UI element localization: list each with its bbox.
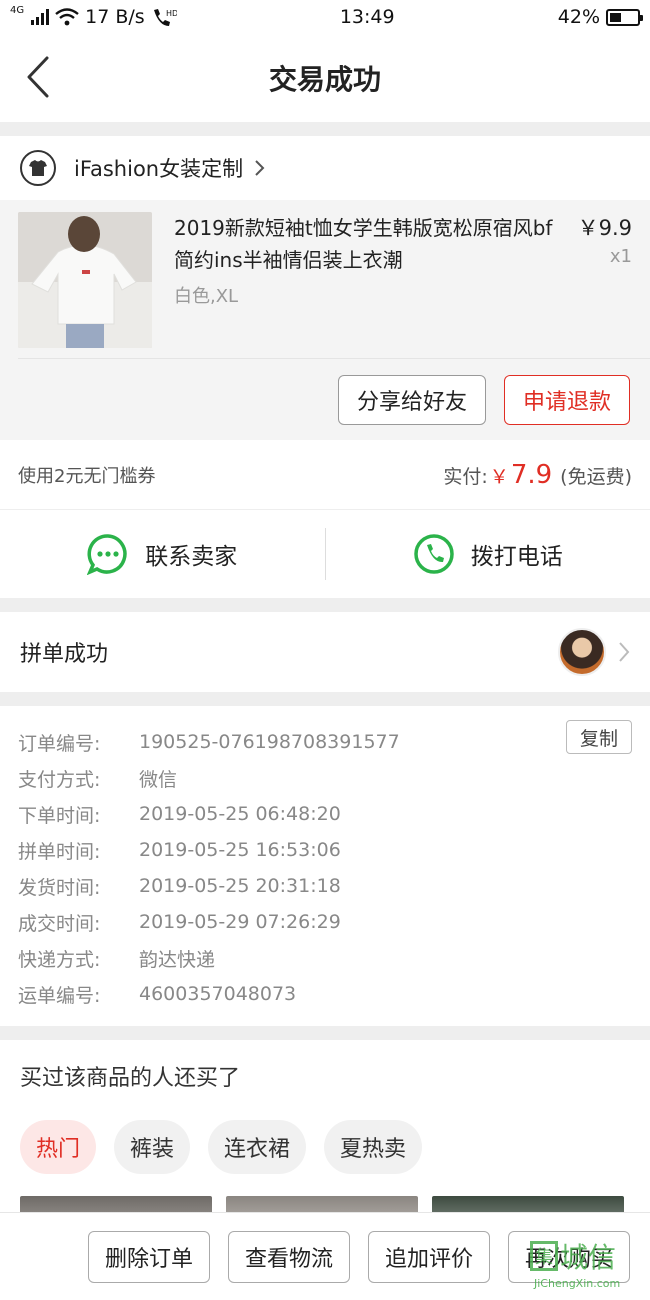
detail-key: 下单时间: — [18, 804, 101, 827]
signal-icon — [31, 9, 50, 25]
network-type: 4G — [10, 5, 25, 16]
paid-amount: 实付: ￥ 7.9 (免运费) — [443, 460, 632, 490]
detail-value: 4600357048073 — [139, 983, 297, 1005]
phone-icon — [414, 534, 454, 574]
section-gap — [0, 598, 650, 612]
coupon-text: 使用2元无门槛券 — [18, 465, 156, 487]
contact-seller-label: 联系卖家 — [145, 544, 238, 570]
refund-button[interactable]: 申请退款 — [503, 374, 630, 425]
product-image[interactable] — [18, 212, 152, 348]
chip-hot[interactable]: 热门 — [20, 1120, 97, 1174]
detail-value: 2019-05-25 20:31:18 — [139, 875, 341, 897]
chip-pants[interactable]: 裤装 — [114, 1120, 191, 1174]
back-arrow-icon — [27, 56, 49, 98]
goods-actions: 分享给好友 申请退款 — [18, 358, 650, 440]
share-button[interactable]: 分享给好友 — [337, 374, 486, 425]
section-gap — [0, 692, 650, 706]
detail-row: 支付方式: 微信 — [18, 760, 632, 796]
chevron-right-icon — [619, 642, 630, 662]
call-phone-label: 拨打电话 — [470, 544, 563, 570]
shop-logo-icon — [20, 150, 56, 186]
detail-value: 2019-05-29 07:26:29 — [139, 911, 341, 933]
status-bar: 4G 17 B/s HD 13:49 42% — [0, 0, 650, 34]
detail-key: 拼单时间: — [18, 840, 101, 863]
wifi-icon — [55, 8, 79, 26]
goods-item[interactable]: 2019新款短袖t恤女学生韩版宽松原宿风bf简约ins半袖情侣装上衣潮 白色,X… — [0, 200, 650, 358]
group-buy-title: 拼单成功 — [20, 642, 109, 667]
detail-value: 2019-05-25 16:53:06 — [139, 839, 341, 861]
call-phone-button[interactable]: 拨打电话 — [326, 533, 650, 575]
page-title: 交易成功 — [268, 63, 381, 96]
paid-label: 实付: — [443, 465, 488, 488]
goods-quantity: x1 — [609, 246, 632, 267]
chip-summer[interactable]: 夏热卖 — [324, 1120, 423, 1174]
detail-key: 支付方式: — [18, 768, 101, 791]
chevron-right-icon — [255, 160, 265, 176]
detail-value: 2019-05-25 06:48:20 — [139, 803, 341, 825]
group-buy-row[interactable]: 拼单成功 — [0, 612, 650, 692]
detail-value: 190525-076198708391577 — [139, 731, 400, 753]
detail-row: 成交时间: 2019-05-29 07:26:29 — [18, 904, 632, 940]
payment-row: 使用2元无门槛券 实付: ￥ 7.9 (免运费) — [0, 440, 650, 510]
goods-title[interactable]: 2019新款短袖t恤女学生韩版宽松原宿风bf简约ins半袖情侣装上衣潮 — [174, 212, 554, 276]
detail-row: 下单时间: 2019-05-25 06:48:20 — [18, 796, 632, 832]
detail-row: 订单编号: 190525-076198708391577 — [18, 724, 632, 760]
contact-seller-button[interactable]: 联系卖家 — [0, 533, 325, 575]
network-speed: 17 B/s — [85, 6, 145, 28]
goods-info: 2019新款短袖t恤女学生韩版宽松原宿风bf简约ins半袖情侣装上衣潮 白色,X… — [152, 212, 570, 358]
currency-symbol: ￥ — [489, 465, 509, 488]
order-details: 复制 订单编号: 190525-076198708391577 支付方式: 微信 下… — [0, 706, 650, 1026]
goods-price: ￥9.9 — [577, 216, 632, 240]
section-gap — [0, 122, 650, 136]
recommend-title: 买过该商品的人还买了 — [20, 1066, 241, 1091]
add-review-button[interactable]: 追加评价 — [367, 1230, 490, 1283]
buy-again-button[interactable]: 再次购买 — [507, 1230, 630, 1283]
category-chips: 热门 裤装 连衣裙 夏热卖 — [20, 1120, 630, 1174]
view-logistics-button[interactable]: 查看物流 — [227, 1230, 350, 1283]
battery-icon — [606, 8, 643, 26]
copy-button[interactable]: 复制 — [566, 720, 632, 754]
shop-row[interactable]: iFashion女装定制 — [0, 136, 650, 200]
svg-text:HD: HD — [166, 9, 177, 18]
detail-key: 发货时间: — [18, 876, 101, 899]
detail-row: 拼单时间: 2019-05-25 16:53:06 — [18, 832, 632, 868]
battery-percent: 42% — [557, 6, 600, 28]
group-buy-right — [558, 628, 630, 676]
status-left: 4G 17 B/s HD — [10, 5, 177, 29]
detail-value: 韵达快递 — [139, 948, 216, 971]
detail-row: 快递方式: 韵达快递 — [18, 940, 632, 976]
detail-row: 运单编号: 4600357048073 — [18, 976, 632, 1012]
chip-dress[interactable]: 连衣裙 — [208, 1120, 307, 1174]
clock: 13:49 — [339, 6, 395, 28]
hd-call-icon: HD — [153, 9, 177, 26]
detail-row: 发货时间: 2019-05-25 20:31:18 — [18, 868, 632, 904]
detail-key: 快递方式: — [18, 948, 101, 971]
goods-actions-wrap: 分享给好友 申请退款 — [0, 358, 650, 440]
shipping-note: (免运费) — [560, 465, 632, 488]
delete-order-button[interactable]: 删除订单 — [87, 1230, 210, 1283]
detail-value: 微信 — [139, 768, 178, 791]
detail-key: 运单编号: — [18, 984, 101, 1007]
detail-key: 订单编号: — [18, 732, 101, 755]
section-gap — [0, 1026, 650, 1040]
battery-fill — [610, 12, 621, 22]
detail-key: 成交时间: — [18, 912, 101, 935]
contact-row: 联系卖家 拨打电话 — [0, 510, 650, 598]
goods-spec: 白色,XL — [174, 286, 239, 307]
bottom-action-bar: 删除订单 查看物流 追加评价 再次购买 — [0, 1212, 650, 1300]
goods-price-block: ￥9.9 x1 — [570, 212, 632, 358]
avatar[interactable] — [558, 628, 606, 676]
chat-bubble-icon — [87, 534, 127, 575]
shop-name[interactable]: iFashion女装定制 — [74, 153, 243, 183]
paid-value: 7.9 — [510, 459, 553, 490]
status-right: 42% — [557, 6, 643, 28]
back-button[interactable] — [18, 52, 58, 102]
nav-bar: 交易成功 — [0, 34, 650, 122]
